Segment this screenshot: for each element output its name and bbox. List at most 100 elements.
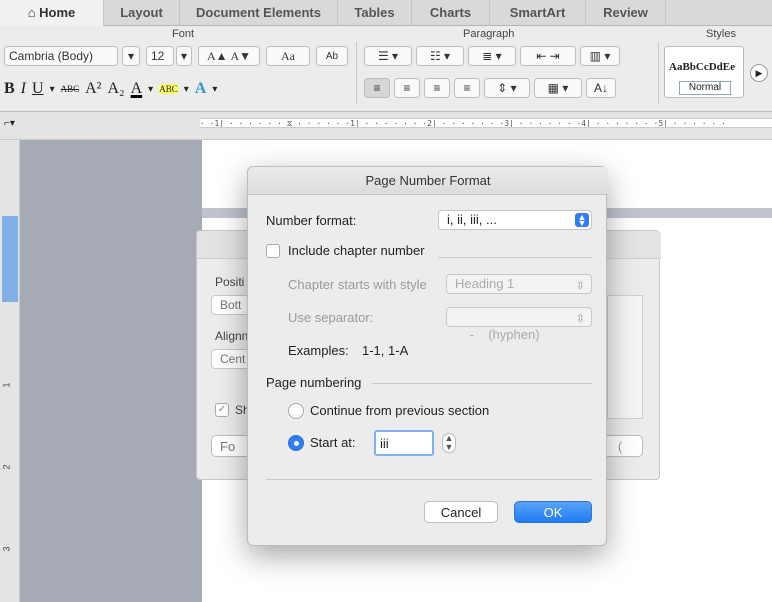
align-left-icon: ≡ [373,81,381,95]
superscript-button[interactable]: A² [85,80,101,98]
strikethrough-button[interactable]: ABC [61,84,80,94]
underline-button[interactable]: U [32,80,44,98]
start-at-input[interactable]: iii [374,430,434,456]
text-effects-dropdown-icon[interactable]: ▾ [212,84,217,95]
tab-document-elements[interactable]: Document Elements [180,0,338,26]
continue-radio[interactable] [288,403,304,419]
style-preview: AaBbCcDdEe [669,61,736,73]
tab-home[interactable]: ⌂ Home [0,0,104,26]
start-at-label: Start at: [310,435,356,450]
vertical-ruler-margin [2,216,18,302]
include-chapter-label: Include chapter number [288,243,425,258]
ribbon-divider [356,42,357,104]
ribbon-divider [658,42,659,104]
justify-icon: ≡ [463,81,471,95]
sort-button[interactable]: A↓ [586,78,616,98]
horizontal-ruler: ⌐▾ · ·1| · · · · · · ⧖ · · · · · ·1| · ·… [0,112,772,140]
continue-label: Continue from previous section [310,403,490,418]
italic-button[interactable]: I [21,80,26,98]
font-color-dropdown-icon[interactable]: ▾ [148,84,153,95]
font-color-button[interactable]: A [131,80,143,98]
multilevel-list-button[interactable]: ≣ ▾ [468,46,516,66]
columns-button[interactable]: ▥ ▾ [580,46,620,66]
page-numbering-label: Page numbering [266,375,362,390]
align-right-button[interactable]: ≡ [424,78,450,98]
styles-group-label: Styles [706,28,736,40]
borders-icon: ▦ ▾ [547,81,569,95]
borders-button[interactable]: ▦ ▾ [534,78,582,98]
styles-next-icon[interactable]: ▶ [750,64,768,82]
tab-stop-selector-icon[interactable]: ⌐▾ [4,118,15,129]
preview-box [607,295,643,419]
position-label: Positi [215,275,245,289]
paragraph-row-1: ☰ ▾ ☷ ▾ ≣ ▾ ⇤ ⇥ ▥ ▾ [364,46,654,68]
highlight-button[interactable]: ABC [159,84,178,94]
divider [438,257,592,258]
grow-shrink-font-buttons[interactable]: A▲ A▼ [198,46,260,66]
show-number-checkbox[interactable]: ✓ [215,403,229,417]
dialog-title: Page Number Format [248,167,608,195]
align-left-button[interactable]: ≡ [364,78,390,98]
tab-tables[interactable]: Tables [338,0,412,26]
font-size-field[interactable]: 12 [146,46,174,66]
vertical-ruler-number: 1 [1,382,12,388]
line-spacing-button[interactable]: ⇕ ▾ [484,78,530,98]
tab-smartart[interactable]: SmartArt [490,0,586,26]
subscript-button[interactable]: A₂ [107,80,124,98]
start-at-stepper[interactable]: ▲ ▼ [442,433,456,453]
alignment-select[interactable]: Cent [211,349,251,369]
tab-home-label: Home [39,5,76,20]
chevron-updown-icon: ⇳ [575,280,585,292]
font-name-field[interactable]: Cambria (Body) [4,46,118,66]
chevron-updown-icon: ⇳ [575,313,585,325]
cancel-button[interactable]: Cancel [424,501,498,523]
ruler-track[interactable]: · ·1| · · · · · · ⧖ · · · · · ·1| · · · … [200,118,772,128]
ok-button[interactable]: OK [514,501,592,523]
vertical-ruler-number: 3 [1,546,12,552]
numbering-button[interactable]: ☷ ▾ [416,46,464,66]
tab-review[interactable]: Review [586,0,666,26]
vertical-ruler: 1 2 3 [0,140,20,602]
font-group-label: Font [172,28,195,40]
chapter-style-select: Heading 1 ⇳ [446,274,592,294]
format-button[interactable]: Fo [211,435,251,457]
include-chapter-checkbox[interactable] [266,244,280,258]
tab-charts[interactable]: Charts [412,0,490,26]
start-at-radio[interactable] [288,435,304,451]
style-gallery-normal[interactable]: AaBbCcDdEe Normal [664,46,744,98]
separator-label: Use separator: [288,310,374,325]
ribbon-tabs: ⌂ Home Layout Document Elements Tables C… [0,0,772,26]
number-format-select[interactable]: i, ii, iii, ... ▲ ▼ [438,210,592,230]
font-name-dropdown-icon[interactable]: ▾ [122,46,140,66]
ribbon: Font Paragraph Styles Cambria (Body) ▾ 1… [0,26,772,112]
divider [372,383,592,384]
multilevel-list-icon: ≣ ▾ [482,49,502,63]
page-number-format-dialog: Page Number Format Number format: i, ii,… [247,166,608,546]
clear-formatting-button[interactable]: Ab [316,46,348,66]
change-case-button[interactable]: Aa [266,46,310,66]
paragraph-group-label: Paragraph [463,28,515,40]
paragraph-row-2: ≡ ≡ ≡ ≡ ⇕ ▾ ▦ ▾ A↓ [364,78,654,100]
tab-layout[interactable]: Layout [104,0,180,26]
position-select[interactable]: Bott [211,295,251,315]
columns-icon: ▥ ▾ [589,49,611,63]
highlight-dropdown-icon[interactable]: ▾ [184,84,189,95]
font-format-row: B I U ▾ ABC A² A₂ A ▾ ABC ▾ A ▾ [4,78,352,100]
text-effects-button[interactable]: A [195,80,207,98]
underline-dropdown-icon[interactable]: ▾ [50,84,55,95]
justify-button[interactable]: ≡ [454,78,480,98]
bold-button[interactable]: B [4,80,15,98]
shrink-font-button[interactable]: A▼ [231,49,252,64]
bullets-button[interactable]: ☰ ▾ [364,46,412,66]
align-right-icon: ≡ [433,81,441,95]
indent-buttons[interactable]: ⇤ ⇥ [520,46,576,66]
separator-value: - (hyphen) [469,327,540,342]
chapter-style-label: Chapter starts with style [288,277,427,292]
grow-font-button[interactable]: A▲ [207,49,228,64]
align-center-button[interactable]: ≡ [394,78,420,98]
home-icon: ⌂ [27,5,36,20]
numbered-list-icon: ☷ ▾ [429,49,451,63]
line-spacing-icon: ⇕ ▾ [497,81,517,95]
alignment-label: Alignn [215,329,249,343]
font-size-dropdown-icon[interactable]: ▾ [176,46,192,66]
